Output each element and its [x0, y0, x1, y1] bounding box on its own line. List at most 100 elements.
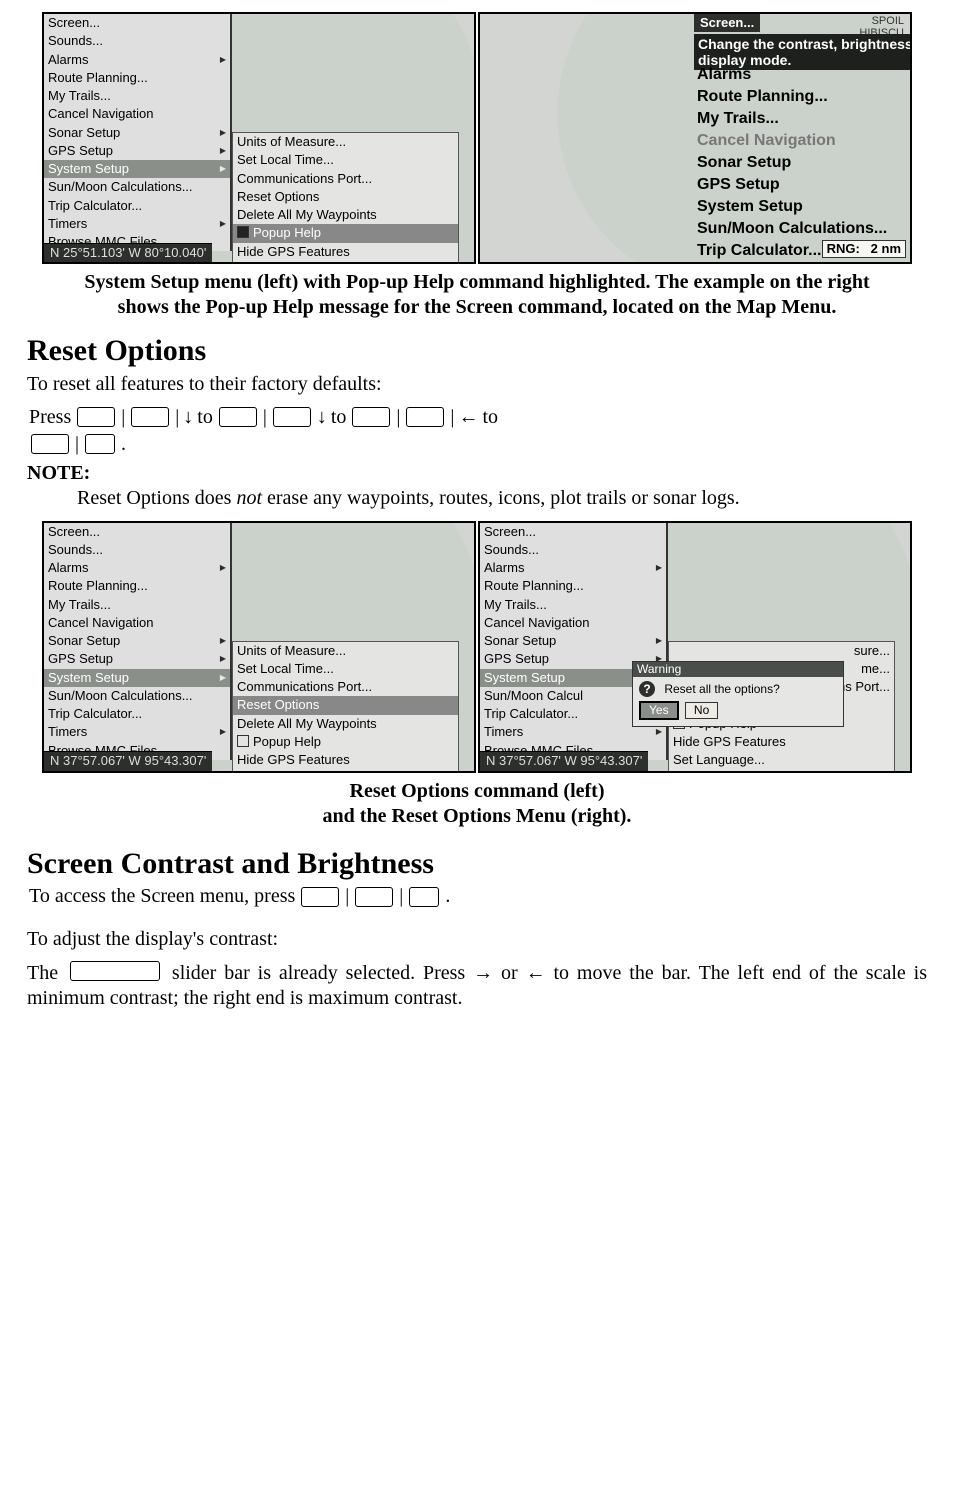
- submenu-item-selected[interactable]: Popup Help: [233, 224, 458, 242]
- submenu-item[interactable]: Set Language...: [669, 751, 894, 769]
- menu-item-selected[interactable]: System Setup: [44, 160, 230, 178]
- menu-item[interactable]: Alarms: [44, 51, 230, 69]
- warning-title: Warning: [633, 662, 843, 677]
- menu-item[interactable]: Timers: [44, 723, 230, 741]
- figure-2: Screen... Sounds... Alarms Route Plannin…: [27, 521, 927, 773]
- keycap: [273, 407, 311, 427]
- submenu-item[interactable]: Units of Measure...: [233, 642, 458, 660]
- keycap: [355, 887, 393, 907]
- submenu-item[interactable]: Units of Measure...: [233, 133, 458, 151]
- keycap: [301, 887, 339, 907]
- submenu-item[interactable]: Set Language...: [233, 261, 458, 264]
- fig1-right-menu: Alarms Route Planning... My Trails... Ca…: [695, 64, 912, 264]
- submenu-item[interactable]: Hide GPS Features: [669, 733, 894, 751]
- fig1-left-submenu: Units of Measure... Set Local Time... Co…: [232, 132, 459, 264]
- menu-item[interactable]: Sonar Setup: [44, 124, 230, 142]
- submenu-item[interactable]: Communications Port...: [233, 678, 458, 696]
- submenu-item[interactable]: Set Local Time...: [233, 151, 458, 169]
- submenu-item[interactable]: Communications Port...: [233, 170, 458, 188]
- menu-item[interactable]: Screen...: [44, 14, 230, 32]
- menu-item[interactable]: Screen...: [480, 523, 666, 541]
- submenu-item[interactable]: Delete All My Waypoints: [233, 715, 458, 733]
- menu-item[interactable]: System Setup: [695, 196, 912, 218]
- caption-line1: Reset Options command (left): [350, 780, 605, 802]
- note-label: NOTE:: [27, 461, 927, 486]
- keycap: [31, 434, 69, 454]
- caption-line2: and the Reset Options Menu (right).: [323, 805, 632, 827]
- warning-text: Reset all the options?: [664, 682, 779, 696]
- warning-dialog: Warning ? Reset all the options? Yes No: [632, 661, 844, 727]
- menu-item[interactable]: Screen...: [44, 523, 230, 541]
- menu-item[interactable]: Sounds...: [480, 541, 666, 559]
- menu-item-selected[interactable]: System Setup: [44, 669, 230, 687]
- menu-item[interactable]: My Trails...: [480, 596, 666, 614]
- range-indicator: RNG: 2 nm: [822, 240, 906, 258]
- menu-item[interactable]: My Trails...: [44, 87, 230, 105]
- menu-item[interactable]: Route Planning...: [44, 69, 230, 87]
- menu-item[interactable]: Sun/Moon Calculations...: [44, 178, 230, 196]
- menu-item[interactable]: Sonar Setup: [44, 632, 230, 650]
- fig1-left-main-menu: Screen... Sounds... Alarms Route Plannin…: [44, 14, 232, 251]
- menu-item[interactable]: Sun/Moon Calculations...: [44, 687, 230, 705]
- submenu-item[interactable]: Transfer My Data...: [669, 769, 894, 772]
- menu-item[interactable]: GPS Setup: [44, 142, 230, 160]
- no-button[interactable]: No: [685, 702, 718, 719]
- menu-item[interactable]: Sonar Setup: [480, 632, 666, 650]
- submenu-item[interactable]: Delete All My Waypoints: [233, 206, 458, 224]
- menu-item[interactable]: Timers: [44, 215, 230, 233]
- reset-intro: To reset all features to their factory d…: [27, 372, 927, 397]
- menu-item[interactable]: Sounds...: [44, 541, 230, 559]
- menu-item[interactable]: GPS Setup: [44, 650, 230, 668]
- fig1-right-panel: SPOIL HIBISCU Screen... Change the contr…: [478, 12, 912, 264]
- menu-item[interactable]: Route Planning...: [695, 86, 912, 108]
- keycap: [131, 407, 169, 427]
- submenu-item[interactable]: Popup Help: [233, 733, 458, 751]
- menu-item[interactable]: Route Planning...: [480, 577, 666, 595]
- keycap: [409, 887, 439, 907]
- note-body: Reset Options does not erase any waypoin…: [77, 486, 927, 511]
- submenu-item[interactable]: Hide GPS Features: [233, 751, 458, 769]
- menu-item[interactable]: My Trails...: [44, 596, 230, 614]
- coordinate-bar: N 37°57.067' W 95°43.307': [480, 751, 648, 770]
- contrast-paragraph: The slider bar is already selected. Pres…: [27, 960, 927, 1011]
- menu-item[interactable]: Alarms: [695, 64, 912, 86]
- menu-item[interactable]: Timers: [695, 262, 912, 264]
- adjust-contrast-text: To adjust the display's contrast:: [27, 927, 927, 952]
- menu-item[interactable]: Route Planning...: [44, 577, 230, 595]
- menu-item[interactable]: Alarms: [480, 559, 666, 577]
- fig2-left-panel: Screen... Sounds... Alarms Route Plannin…: [42, 521, 476, 773]
- submenu-item[interactable]: Set Local Time...: [233, 660, 458, 678]
- yes-button[interactable]: Yes: [639, 701, 679, 720]
- popup-title: Screen...: [694, 14, 760, 32]
- keycap: [70, 961, 160, 981]
- figure1-caption: System Setup menu (left) with Pop-up Hel…: [67, 270, 887, 320]
- menu-item[interactable]: Sounds...: [44, 32, 230, 50]
- menu-item[interactable]: Cancel Navigation: [44, 105, 230, 123]
- menu-item[interactable]: My Trails...: [695, 108, 912, 130]
- menu-item[interactable]: Alarms: [44, 559, 230, 577]
- menu-item[interactable]: Sonar Setup: [695, 152, 912, 174]
- menu-item[interactable]: GPS Setup: [695, 174, 912, 196]
- fig2-left-main-menu: Screen... Sounds... Alarms Route Plannin…: [44, 523, 232, 760]
- menu-item[interactable]: Sun/Moon Calculations...: [695, 218, 912, 240]
- submenu-item-selected[interactable]: Reset Options: [233, 696, 458, 714]
- submenu-item[interactable]: sure...: [669, 642, 894, 660]
- coordinate-bar: N 37°57.067' W 95°43.307': [44, 751, 212, 770]
- submenu-item[interactable]: Set Language...: [233, 769, 458, 772]
- keycap: [406, 407, 444, 427]
- fig2-right-panel: Screen... Sounds... Alarms Route Plannin…: [478, 521, 912, 773]
- figure2-caption: Reset Options command (left) and the Res…: [67, 779, 887, 829]
- fig1-left-panel: Screen... Sounds... Alarms Route Plannin…: [42, 12, 476, 264]
- figure-1: Screen... Sounds... Alarms Route Plannin…: [27, 12, 927, 264]
- menu-item[interactable]: Trip Calculator...: [44, 197, 230, 215]
- submenu-item[interactable]: Reset Options: [233, 188, 458, 206]
- keycap: [77, 407, 115, 427]
- key-sequence-line1: Press | | ↓ to | ↓ to | | ← to: [27, 405, 927, 430]
- menu-item[interactable]: Cancel Navigation: [44, 614, 230, 632]
- menu-item[interactable]: Trip Calculator...: [44, 705, 230, 723]
- coordinate-bar: N 25°51.103' W 80°10.040': [44, 243, 212, 262]
- menu-item[interactable]: Cancel Navigation: [480, 614, 666, 632]
- keycap: [219, 407, 257, 427]
- menu-item-disabled: Cancel Navigation: [695, 130, 912, 152]
- submenu-item[interactable]: Hide GPS Features: [233, 243, 458, 261]
